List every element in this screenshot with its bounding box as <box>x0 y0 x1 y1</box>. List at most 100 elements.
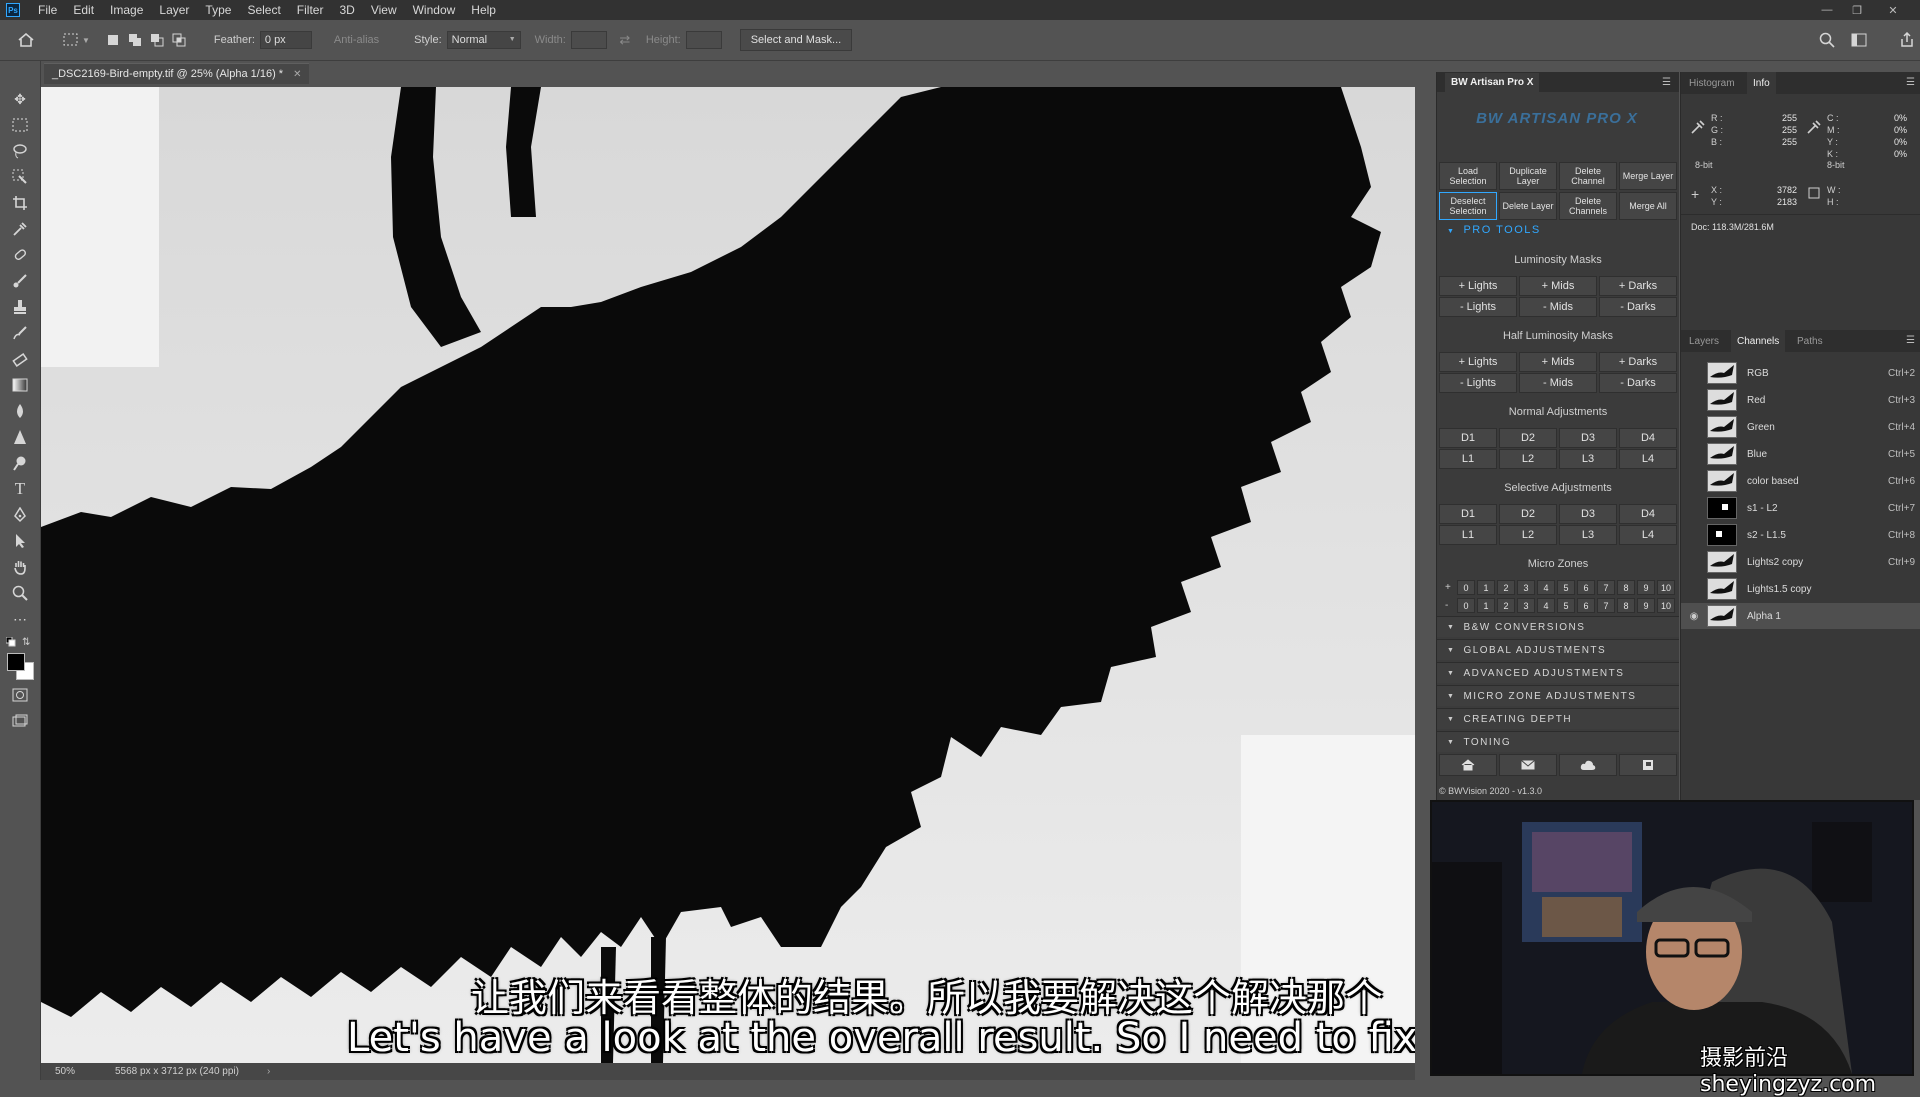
photoshop-logo-icon[interactable]: Ps <box>6 3 20 17</box>
lum-minus-mids-button[interactable]: - Mids <box>1519 297 1597 317</box>
swap-width-height-icon[interactable]: ⇄ <box>617 32 633 48</box>
channel-row[interactable]: RGB Ctrl+2 <box>1681 360 1920 386</box>
width-input[interactable] <box>570 31 607 49</box>
cloud-download-icon[interactable] <box>1559 754 1617 776</box>
eraser-tool-icon[interactable] <box>10 349 30 369</box>
default-colors-icon[interactable] <box>5 636 16 647</box>
half-minus-lights-button[interactable]: - Lights <box>1439 373 1517 393</box>
home-icon[interactable] <box>18 32 34 48</box>
selective-l3-button[interactable]: L3 <box>1559 525 1617 545</box>
menu-edit[interactable]: Edit <box>65 3 102 17</box>
micro-plus-zone-0-button[interactable]: 0 <box>1457 580 1475 595</box>
channel-row[interactable]: color based Ctrl+6 <box>1681 468 1920 494</box>
panel-menu-icon[interactable]: ☰ <box>1662 77 1671 88</box>
normal-l4-button[interactable]: L4 <box>1619 449 1677 469</box>
tab-info[interactable]: Info <box>1747 72 1776 94</box>
micro-minus-zone-5-button[interactable]: 5 <box>1557 598 1575 613</box>
lum-minus-lights-button[interactable]: - Lights <box>1439 297 1517 317</box>
tab-paths[interactable]: Paths <box>1797 330 1823 352</box>
normal-l2-button[interactable]: L2 <box>1499 449 1557 469</box>
marquee-tool-icon[interactable] <box>10 115 30 135</box>
subtract-from-selection-icon[interactable] <box>149 32 165 48</box>
menu-layer[interactable]: Layer <box>151 3 197 17</box>
share-icon[interactable] <box>1899 32 1915 48</box>
merge-all-button[interactable]: Merge All <box>1619 192 1677 220</box>
menu-view[interactable]: View <box>363 3 405 17</box>
object-selection-tool-icon[interactable] <box>10 167 30 187</box>
chevron-right-icon[interactable]: › <box>267 1066 270 1077</box>
hand-tool-icon[interactable] <box>10 557 30 577</box>
pro-tools-section[interactable]: ▼ PRO TOOLS <box>1447 224 1541 236</box>
spot-healing-tool-icon[interactable] <box>10 245 30 265</box>
blur-tool-icon[interactable] <box>10 401 30 421</box>
zoom-level[interactable]: 50% <box>55 1066 105 1077</box>
micro-plus-zone-8-button[interactable]: 8 <box>1617 580 1635 595</box>
close-icon[interactable]: ✕ <box>1880 0 1906 20</box>
selective-l2-button[interactable]: L2 <box>1499 525 1557 545</box>
normal-l1-button[interactable]: L1 <box>1439 449 1497 469</box>
normal-l3-button[interactable]: L3 <box>1559 449 1617 469</box>
lum-plus-mids-button[interactable]: + Mids <box>1519 276 1597 296</box>
bw-conversions-section[interactable]: ▼ B&W CONVERSIONS <box>1437 616 1679 637</box>
lum-plus-darks-button[interactable]: + Darks <box>1599 276 1677 296</box>
selective-l1-button[interactable]: L1 <box>1439 525 1497 545</box>
menu-filter[interactable]: Filter <box>289 3 332 17</box>
selective-d1-button[interactable]: D1 <box>1439 504 1497 524</box>
dodge-tool-icon[interactable] <box>10 453 30 473</box>
half-minus-mids-button[interactable]: - Mids <box>1519 373 1597 393</box>
add-to-selection-icon[interactable] <box>127 32 143 48</box>
channel-row[interactable]: Red Ctrl+3 <box>1681 387 1920 413</box>
more-tools-icon[interactable]: ⋯ <box>10 609 30 629</box>
micro-minus-zone-0-button[interactable]: 0 <box>1457 598 1475 613</box>
search-icon[interactable] <box>1819 32 1835 48</box>
quick-mask-icon[interactable] <box>10 685 30 705</box>
micro-plus-zone-4-button[interactable]: 4 <box>1537 580 1555 595</box>
sharpen-tool-icon[interactable] <box>10 427 30 447</box>
image-canvas[interactable]: 让我们来看看整体的结果。所以我要解决这个解决那个 Let's have a lo… <box>41 87 1415 1063</box>
normal-d1-button[interactable]: D1 <box>1439 428 1497 448</box>
clone-stamp-tool-icon[interactable] <box>10 297 30 317</box>
menu-3d[interactable]: 3D <box>331 3 362 17</box>
home-icon[interactable] <box>1439 754 1497 776</box>
channel-row[interactable]: s1 - L2 Ctrl+7 <box>1681 495 1920 521</box>
tab-histogram[interactable]: Histogram <box>1689 72 1735 94</box>
normal-d3-button[interactable]: D3 <box>1559 428 1617 448</box>
micro-minus-zone-9-button[interactable]: 9 <box>1637 598 1655 613</box>
micro-zone-adjustments-section[interactable]: ▼ MICRO ZONE ADJUSTMENTS <box>1437 685 1679 706</box>
micro-minus-zone-3-button[interactable]: 3 <box>1517 598 1535 613</box>
zoom-tool-icon[interactable] <box>10 583 30 603</box>
delete-layer-button[interactable]: Delete Layer <box>1499 192 1557 220</box>
tab-channels[interactable]: Channels <box>1731 330 1786 352</box>
normal-d2-button[interactable]: D2 <box>1499 428 1557 448</box>
channel-row[interactable]: s2 - L1.5 Ctrl+8 <box>1681 522 1920 548</box>
lasso-tool-icon[interactable] <box>10 141 30 161</box>
move-tool-icon[interactable]: ✥ <box>10 89 30 109</box>
merge-layer-button[interactable]: Merge Layer <box>1619 162 1677 190</box>
micro-minus-zone-10-button[interactable]: 10 <box>1657 598 1675 613</box>
deselect-selection-button[interactable]: Deselect Selection <box>1439 192 1497 220</box>
history-brush-tool-icon[interactable] <box>10 323 30 343</box>
path-selection-tool-icon[interactable] <box>10 531 30 551</box>
crop-tool-icon[interactable] <box>10 193 30 213</box>
half-minus-darks-button[interactable]: - Darks <box>1599 373 1677 393</box>
screen-mode-icon[interactable] <box>10 711 30 731</box>
visibility-eye-icon[interactable]: ◉ <box>1685 611 1703 622</box>
menu-help[interactable]: Help <box>463 3 504 17</box>
micro-minus-zone-1-button[interactable]: 1 <box>1477 598 1495 613</box>
micro-plus-zone-10-button[interactable]: 10 <box>1657 580 1675 595</box>
channel-row[interactable]: ◉ Alpha 1 <box>1681 603 1920 629</box>
intersect-selection-icon[interactable] <box>171 32 187 48</box>
half-plus-lights-button[interactable]: + Lights <box>1439 352 1517 372</box>
creating-depth-section[interactable]: ▼ CREATING DEPTH <box>1437 708 1679 729</box>
load-selection-button[interactable]: Load Selection <box>1439 162 1497 190</box>
channel-row[interactable]: Green Ctrl+4 <box>1681 414 1920 440</box>
advanced-adjustments-section[interactable]: ▼ ADVANCED ADJUSTMENTS <box>1437 662 1679 683</box>
chevron-down-icon[interactable]: ▼ <box>82 36 90 45</box>
micro-plus-zone-1-button[interactable]: 1 <box>1477 580 1495 595</box>
half-plus-darks-button[interactable]: + Darks <box>1599 352 1677 372</box>
anti-alias-checkbox[interactable]: Anti-alias <box>334 34 379 46</box>
micro-minus-zone-7-button[interactable]: 7 <box>1597 598 1615 613</box>
swap-colors-icon[interactable]: ⇅ <box>22 637 30 648</box>
pen-tool-icon[interactable] <box>10 505 30 525</box>
channel-row[interactable]: Lights2 copy Ctrl+9 <box>1681 549 1920 575</box>
